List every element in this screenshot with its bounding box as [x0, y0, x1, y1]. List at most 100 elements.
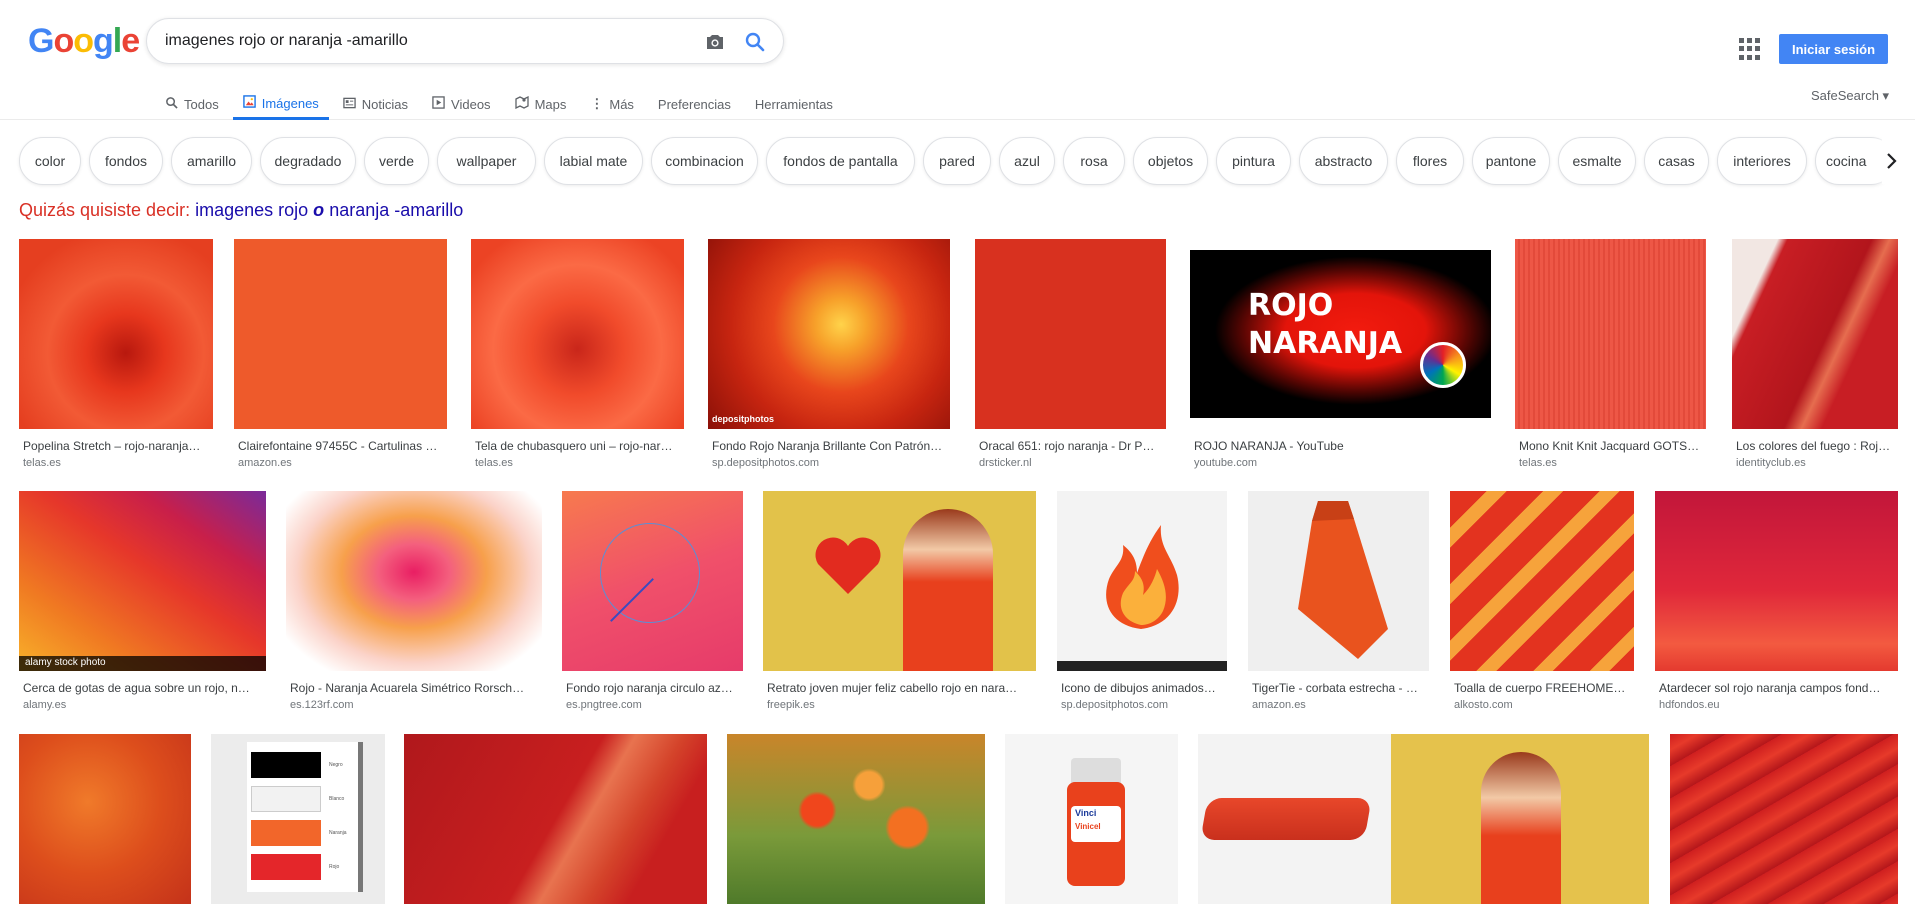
image-result[interactable]: TigerTie - corbata estrecha - … amazon.e… — [1248, 491, 1429, 715]
thumbnail[interactable] — [19, 734, 191, 904]
image-result[interactable] — [404, 734, 707, 904]
chip[interactable]: fondos — [89, 137, 163, 185]
thumbnail[interactable] — [727, 734, 985, 904]
chip[interactable]: amarillo — [171, 137, 252, 185]
thumbnail[interactable] — [562, 491, 743, 671]
thumbnail[interactable] — [19, 491, 266, 671]
result-caption[interactable]: Oracal 651: rojo naranja - Dr P… — [979, 439, 1162, 453]
image-result[interactable]: Retrato joven mujer feliz cabello rojo e… — [763, 491, 1036, 715]
chip[interactable]: color — [19, 137, 81, 185]
thumbnail[interactable] — [708, 239, 950, 429]
chip[interactable]: azul — [999, 137, 1055, 185]
chip[interactable]: labial mate — [544, 137, 643, 185]
chip[interactable]: esmalte — [1558, 137, 1636, 185]
result-caption[interactable]: TigerTie - corbata estrecha - … — [1252, 681, 1425, 695]
image-result[interactable]: alamy stock photo Cerca de gotas de agua… — [19, 491, 266, 715]
chip[interactable]: casas — [1644, 137, 1709, 185]
image-result[interactable]: Rojo - Naranja Acuarela Simétrico Rorsch… — [286, 491, 542, 715]
chip[interactable]: flores — [1396, 137, 1464, 185]
tab-noticias[interactable]: Noticias — [343, 88, 408, 120]
chevron-right-icon[interactable] — [1882, 138, 1915, 184]
image-result[interactable]: Fondo rojo naranja circulo az… es.pngtre… — [562, 491, 743, 715]
google-logo[interactable]: Google — [28, 22, 140, 61]
thumbnail[interactable] — [1450, 491, 1634, 671]
chip[interactable]: wallpaper — [437, 137, 536, 185]
suggestion-link[interactable]: imagenes rojo o naranja -amarillo — [195, 200, 463, 220]
chip[interactable]: verde — [364, 137, 429, 185]
chip[interactable]: pintura — [1216, 137, 1291, 185]
chip[interactable]: interiores — [1717, 137, 1807, 185]
thumbnail[interactable] — [1515, 239, 1706, 429]
thumbnail[interactable] — [763, 491, 1036, 671]
thumbnail[interactable] — [286, 491, 542, 671]
sign-in-button[interactable]: Iniciar sesión — [1779, 34, 1888, 64]
chip[interactable]: rosa — [1063, 137, 1125, 185]
apps-grid-icon[interactable] — [1739, 38, 1761, 60]
result-caption[interactable]: Fondo rojo naranja circulo az… — [566, 681, 739, 695]
image-result[interactable]: Los colores del fuego : Roj… identityclu… — [1732, 239, 1898, 473]
image-result[interactable]: Negro Blanco Naranja Rojo — [211, 734, 385, 904]
image-result[interactable] — [727, 734, 985, 904]
image-result[interactable]: ROJO NARANJA ROJO NARANJA - YouTube yout… — [1190, 239, 1491, 473]
chip[interactable]: objetos — [1133, 137, 1208, 185]
result-caption[interactable]: Rojo - Naranja Acuarela Simétrico Rorsch… — [290, 681, 538, 695]
result-caption[interactable]: Fondo Rojo Naranja Brillante Con Patrón… — [712, 439, 946, 453]
result-caption[interactable]: Toalla de cuerpo FREEHOME… — [1454, 681, 1630, 695]
thumbnail[interactable] — [19, 239, 213, 429]
chip[interactable]: fondos de pantalla — [766, 137, 915, 185]
image-result[interactable]: Oracal 651: rojo naranja - Dr P… drstick… — [975, 239, 1166, 473]
image-result[interactable] — [1391, 734, 1649, 904]
thumbnail[interactable] — [1732, 239, 1898, 429]
result-caption[interactable]: Clairefontaine 97455C - Cartulinas … — [238, 439, 443, 453]
tab-herramientas[interactable]: Herramientas — [755, 88, 833, 120]
image-result[interactable]: Tela de chubasquero uni – rojo-nar… tela… — [471, 239, 684, 473]
image-result[interactable] — [1198, 734, 1391, 904]
result-caption[interactable]: Atardecer sol rojo naranja campos fond… — [1659, 681, 1894, 695]
thumbnail[interactable] — [1057, 491, 1227, 671]
result-caption[interactable]: Cerca de gotas de agua sobre un rojo, n… — [23, 681, 262, 695]
thumbnail[interactable] — [1670, 734, 1898, 904]
thumbnail[interactable] — [975, 239, 1166, 429]
tab-maps[interactable]: Maps — [514, 88, 566, 120]
chip[interactable]: degradado — [260, 137, 356, 185]
image-result[interactable]: depositphotos Fondo Rojo Naranja Brillan… — [708, 239, 950, 473]
chip[interactable]: pared — [923, 137, 991, 185]
image-result[interactable]: Mono Knit Knit Jacquard GOTS… telas.es — [1515, 239, 1706, 473]
thumbnail[interactable] — [471, 239, 684, 429]
thumbnail[interactable] — [404, 734, 707, 904]
chip[interactable]: combinacion — [651, 137, 758, 185]
image-result[interactable]: Vinci Vinicel — [1005, 734, 1178, 904]
thumbnail[interactable] — [1391, 734, 1649, 904]
tab-mas[interactable]: ⋮ Más — [590, 88, 634, 120]
result-caption[interactable]: Tela de chubasquero uni – rojo-nar… — [475, 439, 680, 453]
tab-preferencias[interactable]: Preferencias — [658, 88, 731, 120]
camera-icon[interactable] — [703, 30, 727, 54]
result-caption[interactable]: Mono Knit Knit Jacquard GOTS… — [1519, 439, 1702, 453]
search-icon[interactable] — [743, 30, 767, 54]
thumbnail[interactable] — [1198, 734, 1391, 904]
safesearch-menu[interactable]: SafeSearch ▾ — [1811, 88, 1889, 104]
image-result[interactable]: Clairefontaine 97455C - Cartulinas … ama… — [234, 239, 447, 473]
result-caption[interactable]: Retrato joven mujer feliz cabello rojo e… — [767, 681, 1032, 695]
image-result[interactable] — [19, 734, 191, 904]
image-result[interactable] — [1670, 734, 1898, 904]
tab-videos[interactable]: Videos — [432, 88, 491, 120]
image-result[interactable]: Toalla de cuerpo FREEHOME… alkosto.com — [1450, 491, 1634, 715]
image-result[interactable]: Atardecer sol rojo naranja campos fond… … — [1655, 491, 1898, 715]
thumbnail[interactable]: ROJO NARANJA — [1190, 239, 1491, 429]
image-result[interactable]: Popelina Stretch – rojo-naranja… telas.e… — [19, 239, 213, 473]
result-caption[interactable]: Los colores del fuego : Roj… — [1736, 439, 1894, 453]
chip[interactable]: pantone — [1472, 137, 1550, 185]
search-input[interactable] — [165, 29, 685, 53]
result-caption[interactable]: ROJO NARANJA - YouTube — [1194, 439, 1487, 453]
chip[interactable]: abstracto — [1299, 137, 1388, 185]
thumbnail[interactable]: Negro Blanco Naranja Rojo — [211, 734, 385, 904]
thumbnail[interactable]: Vinci Vinicel — [1005, 734, 1178, 904]
thumbnail[interactable] — [1655, 491, 1898, 671]
tab-imagenes[interactable]: Imágenes — [232, 88, 329, 120]
result-caption[interactable]: Icono de dibujos animados… — [1061, 681, 1223, 695]
thumbnail[interactable] — [234, 239, 447, 429]
image-result[interactable]: Icono de dibujos animados… sp.depositpho… — [1057, 491, 1227, 715]
result-caption[interactable]: Popelina Stretch – rojo-naranja… — [23, 439, 209, 453]
thumbnail[interactable] — [1248, 491, 1429, 671]
